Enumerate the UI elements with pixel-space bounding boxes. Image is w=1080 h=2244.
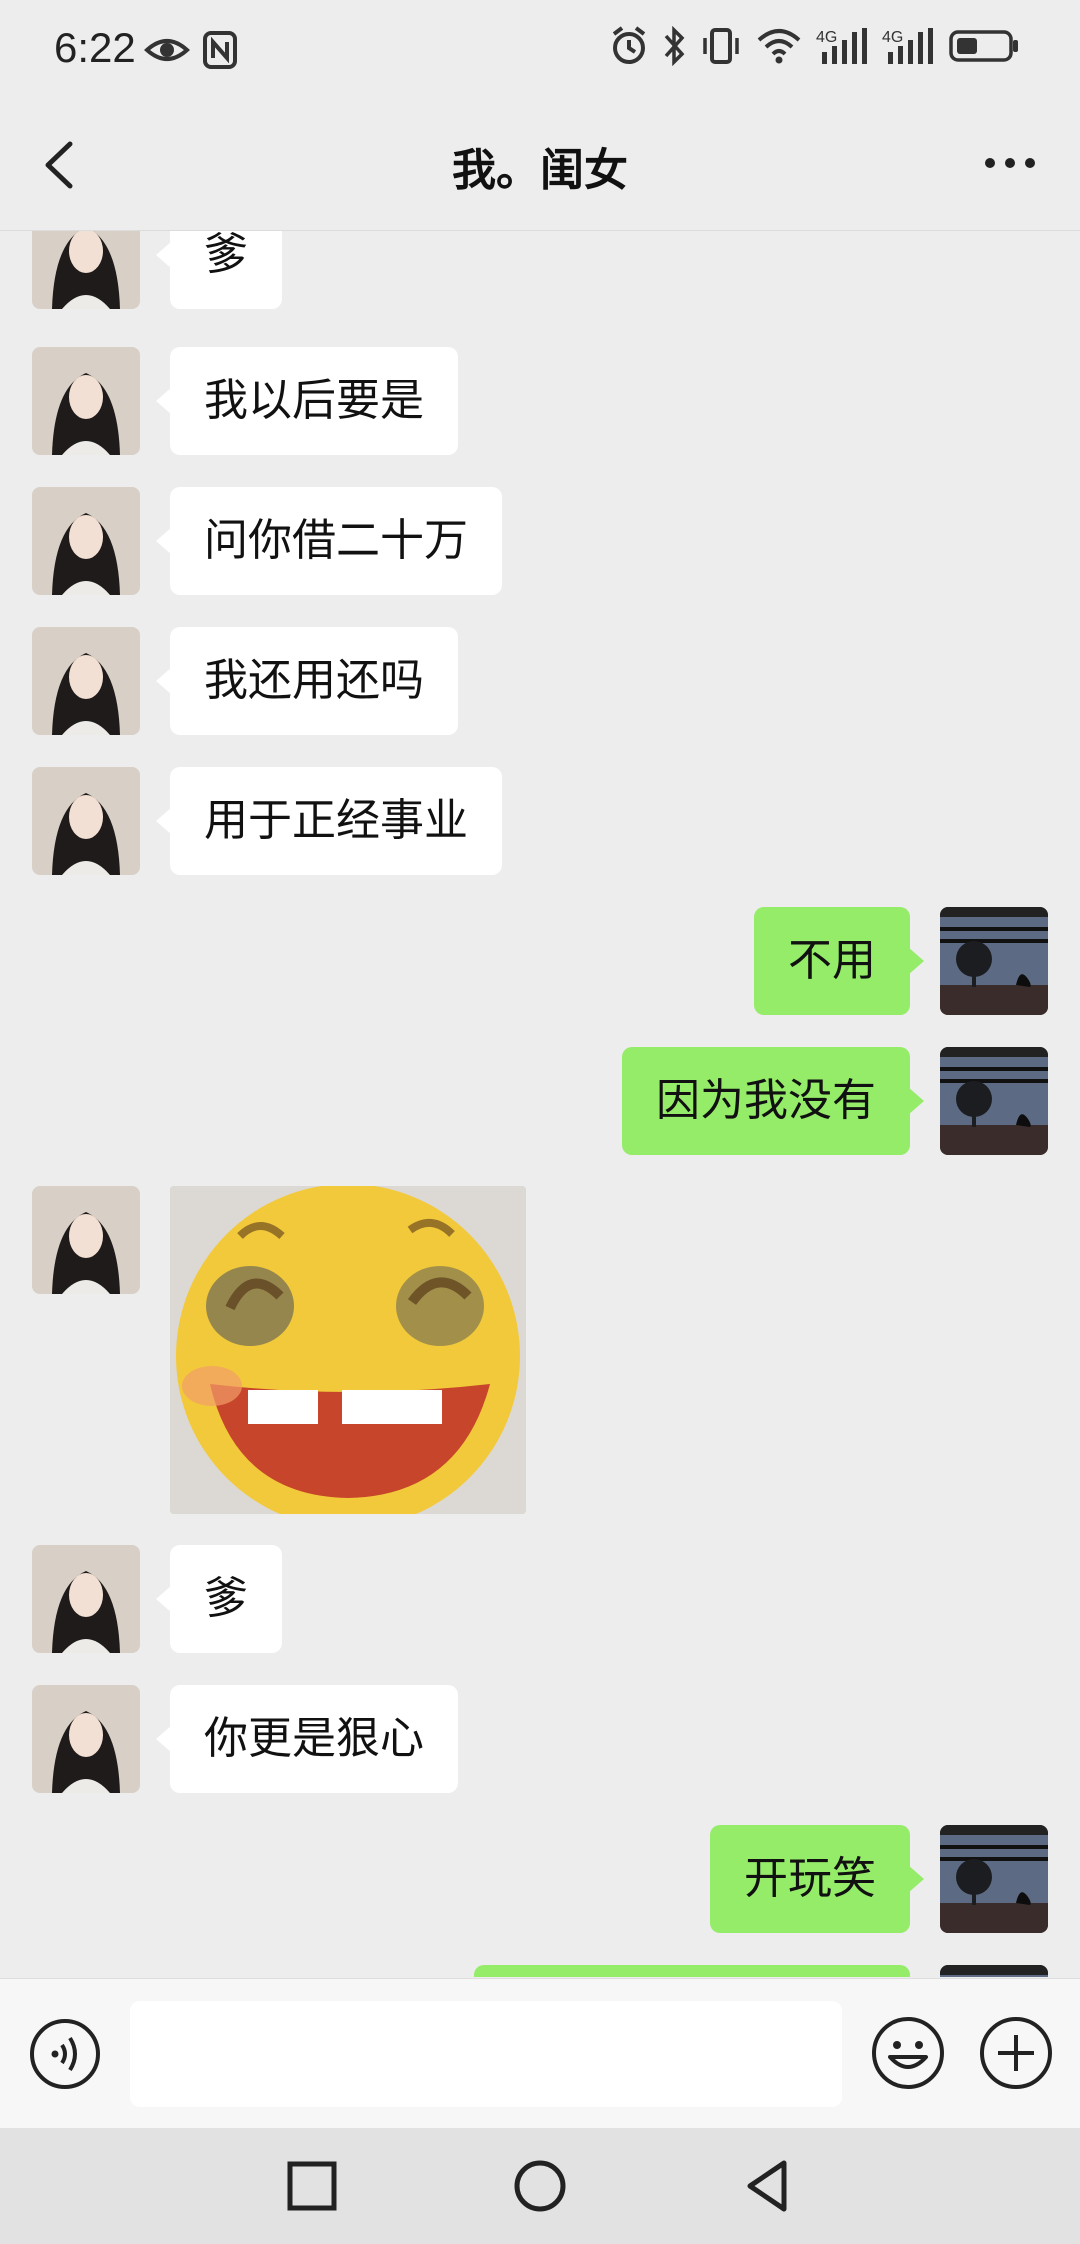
message-bubble[interactable]: 爹	[156, 1545, 282, 1653]
emoji-icon[interactable]	[870, 2015, 946, 2091]
avatar[interactable]	[32, 487, 140, 595]
message-bubble[interactable]: 我还用还吗	[156, 627, 458, 735]
message-bubble[interactable]: 开玩笑	[710, 1825, 924, 1933]
avatar[interactable]	[940, 907, 1048, 1015]
status-time: 6:22	[54, 24, 136, 71]
svg-text:4G: 4G	[816, 29, 837, 46]
voice-icon[interactable]	[28, 2017, 102, 2091]
svg-text:4G: 4G	[882, 29, 903, 46]
avatar[interactable]	[32, 1186, 140, 1294]
system-navigation	[0, 2128, 1080, 2244]
input-bar	[0, 1978, 1080, 2129]
message-bubble[interactable]: 我以后要是	[156, 347, 458, 455]
message-bubble[interactable]: 爹	[156, 231, 282, 309]
avatar[interactable]	[32, 231, 140, 309]
message-bubble[interactable]: 用于正经事业	[156, 767, 502, 875]
battery-icon	[948, 26, 1020, 66]
more-icon[interactable]	[982, 148, 1038, 178]
avatar[interactable]	[940, 1965, 1048, 1977]
avatar[interactable]	[940, 1047, 1048, 1155]
signal-4g-icon: 4G	[816, 26, 868, 66]
chat-title: 我。闺女	[452, 145, 628, 196]
bluetooth-icon	[662, 26, 686, 66]
plus-icon[interactable]	[978, 2015, 1054, 2091]
vibrate-icon	[700, 26, 742, 66]
message-bubble[interactable]: 问你借二十万	[156, 487, 502, 595]
alarm-icon	[610, 26, 648, 66]
message-bubble[interactable]: 你更是狠心	[156, 1685, 458, 1793]
signal-4g-icon: 4G	[882, 26, 934, 66]
smiling-emoji-sticker[interactable]	[170, 1186, 526, 1514]
message-input[interactable]	[130, 2001, 842, 2107]
avatar[interactable]	[32, 767, 140, 875]
chat-header: 我。闺女	[0, 100, 1080, 231]
avatar[interactable]	[32, 1685, 140, 1793]
eye-icon	[144, 30, 190, 70]
message-bubble[interactable]: 不用	[754, 907, 924, 1015]
avatar[interactable]	[940, 1825, 1048, 1933]
avatar[interactable]	[32, 347, 140, 455]
wifi-icon	[756, 26, 802, 66]
message-bubble[interactable]: 因为我没有	[622, 1047, 924, 1155]
status-bar: 6:22 4G 4G	[0, 0, 1080, 100]
message-list[interactable]: 爹 我以后要是 问你借二十万 我还用还吗 用于正经事业 不用 因为我没有 爹 你…	[0, 231, 1080, 1977]
avatar[interactable]	[32, 1545, 140, 1653]
message-bubble[interactable]	[474, 1965, 910, 1977]
avatar[interactable]	[32, 627, 140, 735]
nfc-icon	[202, 30, 238, 70]
